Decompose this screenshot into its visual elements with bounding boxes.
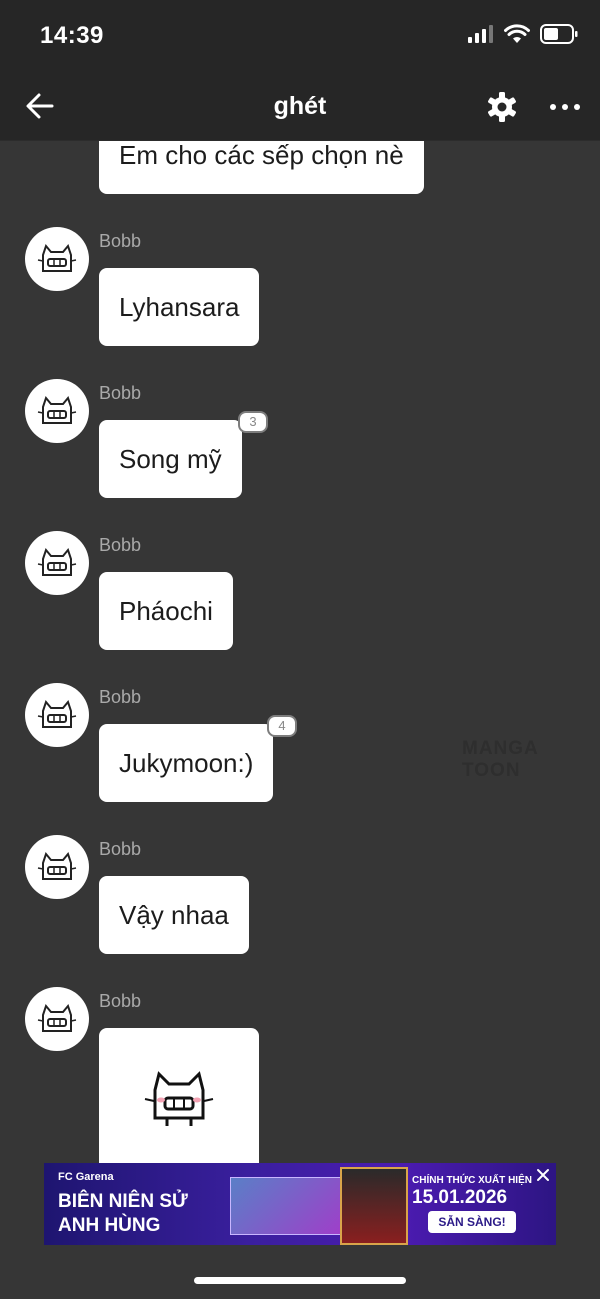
avatar[interactable] — [25, 987, 89, 1051]
ad-artwork — [230, 1177, 352, 1235]
status-time: 14:39 — [40, 22, 104, 49]
cat-avatar-icon — [37, 395, 77, 424]
back-arrow-icon[interactable] — [24, 90, 56, 122]
ad-subtitle: CHÍNH THỨC XUẤT HIỆN — [412, 1175, 532, 1186]
reply-count-badge[interactable]: 4 — [267, 715, 297, 737]
cat-avatar-icon — [37, 1003, 77, 1032]
cat-avatar-icon — [37, 547, 77, 576]
cat-sticker-icon — [144, 1071, 214, 1126]
cat-avatar-icon — [37, 851, 77, 880]
status-bar: 14:39 — [0, 0, 600, 74]
ad-date: 15.01.2026 — [412, 1187, 508, 1208]
avatar[interactable] — [25, 227, 89, 291]
watermark: MANGA TOON — [462, 738, 539, 781]
close-icon[interactable] — [535, 1167, 551, 1183]
gear-icon[interactable] — [486, 91, 518, 123]
ad-headline-2: ANH HÙNG — [58, 1215, 161, 1236]
message-bubble[interactable]: Vậy nhaa — [99, 876, 249, 954]
cat-avatar-icon — [37, 243, 77, 272]
avatar[interactable] — [25, 531, 89, 595]
avatar[interactable] — [25, 379, 89, 443]
message-bubble[interactable]: Jukymoon:) — [99, 724, 274, 802]
reply-count-badge[interactable]: 3 — [238, 411, 268, 433]
wifi-icon — [504, 24, 530, 43]
chat-header: ghét — [0, 74, 600, 141]
ad-logo: FC Garena — [58, 1171, 114, 1183]
sender-name: Bobb — [99, 383, 142, 403]
ad-banner[interactable]: FC Garena BIÊN NIÊN SỬ ANH HÙNG CHÍNH TH… — [44, 1163, 556, 1245]
sender-name: Bobb — [99, 839, 142, 859]
more-options-icon[interactable] — [548, 91, 582, 123]
cat-avatar-icon — [37, 699, 77, 728]
sender-name: Bobb — [99, 687, 142, 707]
home-indicator[interactable] — [194, 1277, 406, 1284]
signal-icon — [468, 25, 493, 43]
message-bubble[interactable]: Lyhansara — [99, 268, 260, 346]
message-bubble[interactable]: Em cho các sếp chọn nè — [99, 141, 424, 194]
avatar[interactable] — [25, 683, 89, 747]
chat-messages[interactable]: Em cho các sếp chọn nè Bobb Lyhansara Bo… — [0, 141, 600, 1163]
sticker-message[interactable] — [99, 1028, 259, 1163]
sender-name: Bobb — [99, 991, 142, 1011]
status-icons — [468, 24, 578, 44]
battery-icon — [540, 24, 578, 44]
ad-cta-button[interactable]: SẴN SÀNG! — [428, 1211, 516, 1233]
message-bubble[interactable]: Pháochi — [99, 572, 233, 650]
ad-player-card — [340, 1167, 408, 1245]
avatar[interactable] — [25, 835, 89, 899]
ad-headline: BIÊN NIÊN SỬ — [58, 1191, 188, 1212]
message-bubble[interactable]: Song mỹ — [99, 420, 242, 498]
sender-name: Bobb — [99, 231, 142, 251]
sender-name: Bobb — [99, 535, 142, 555]
